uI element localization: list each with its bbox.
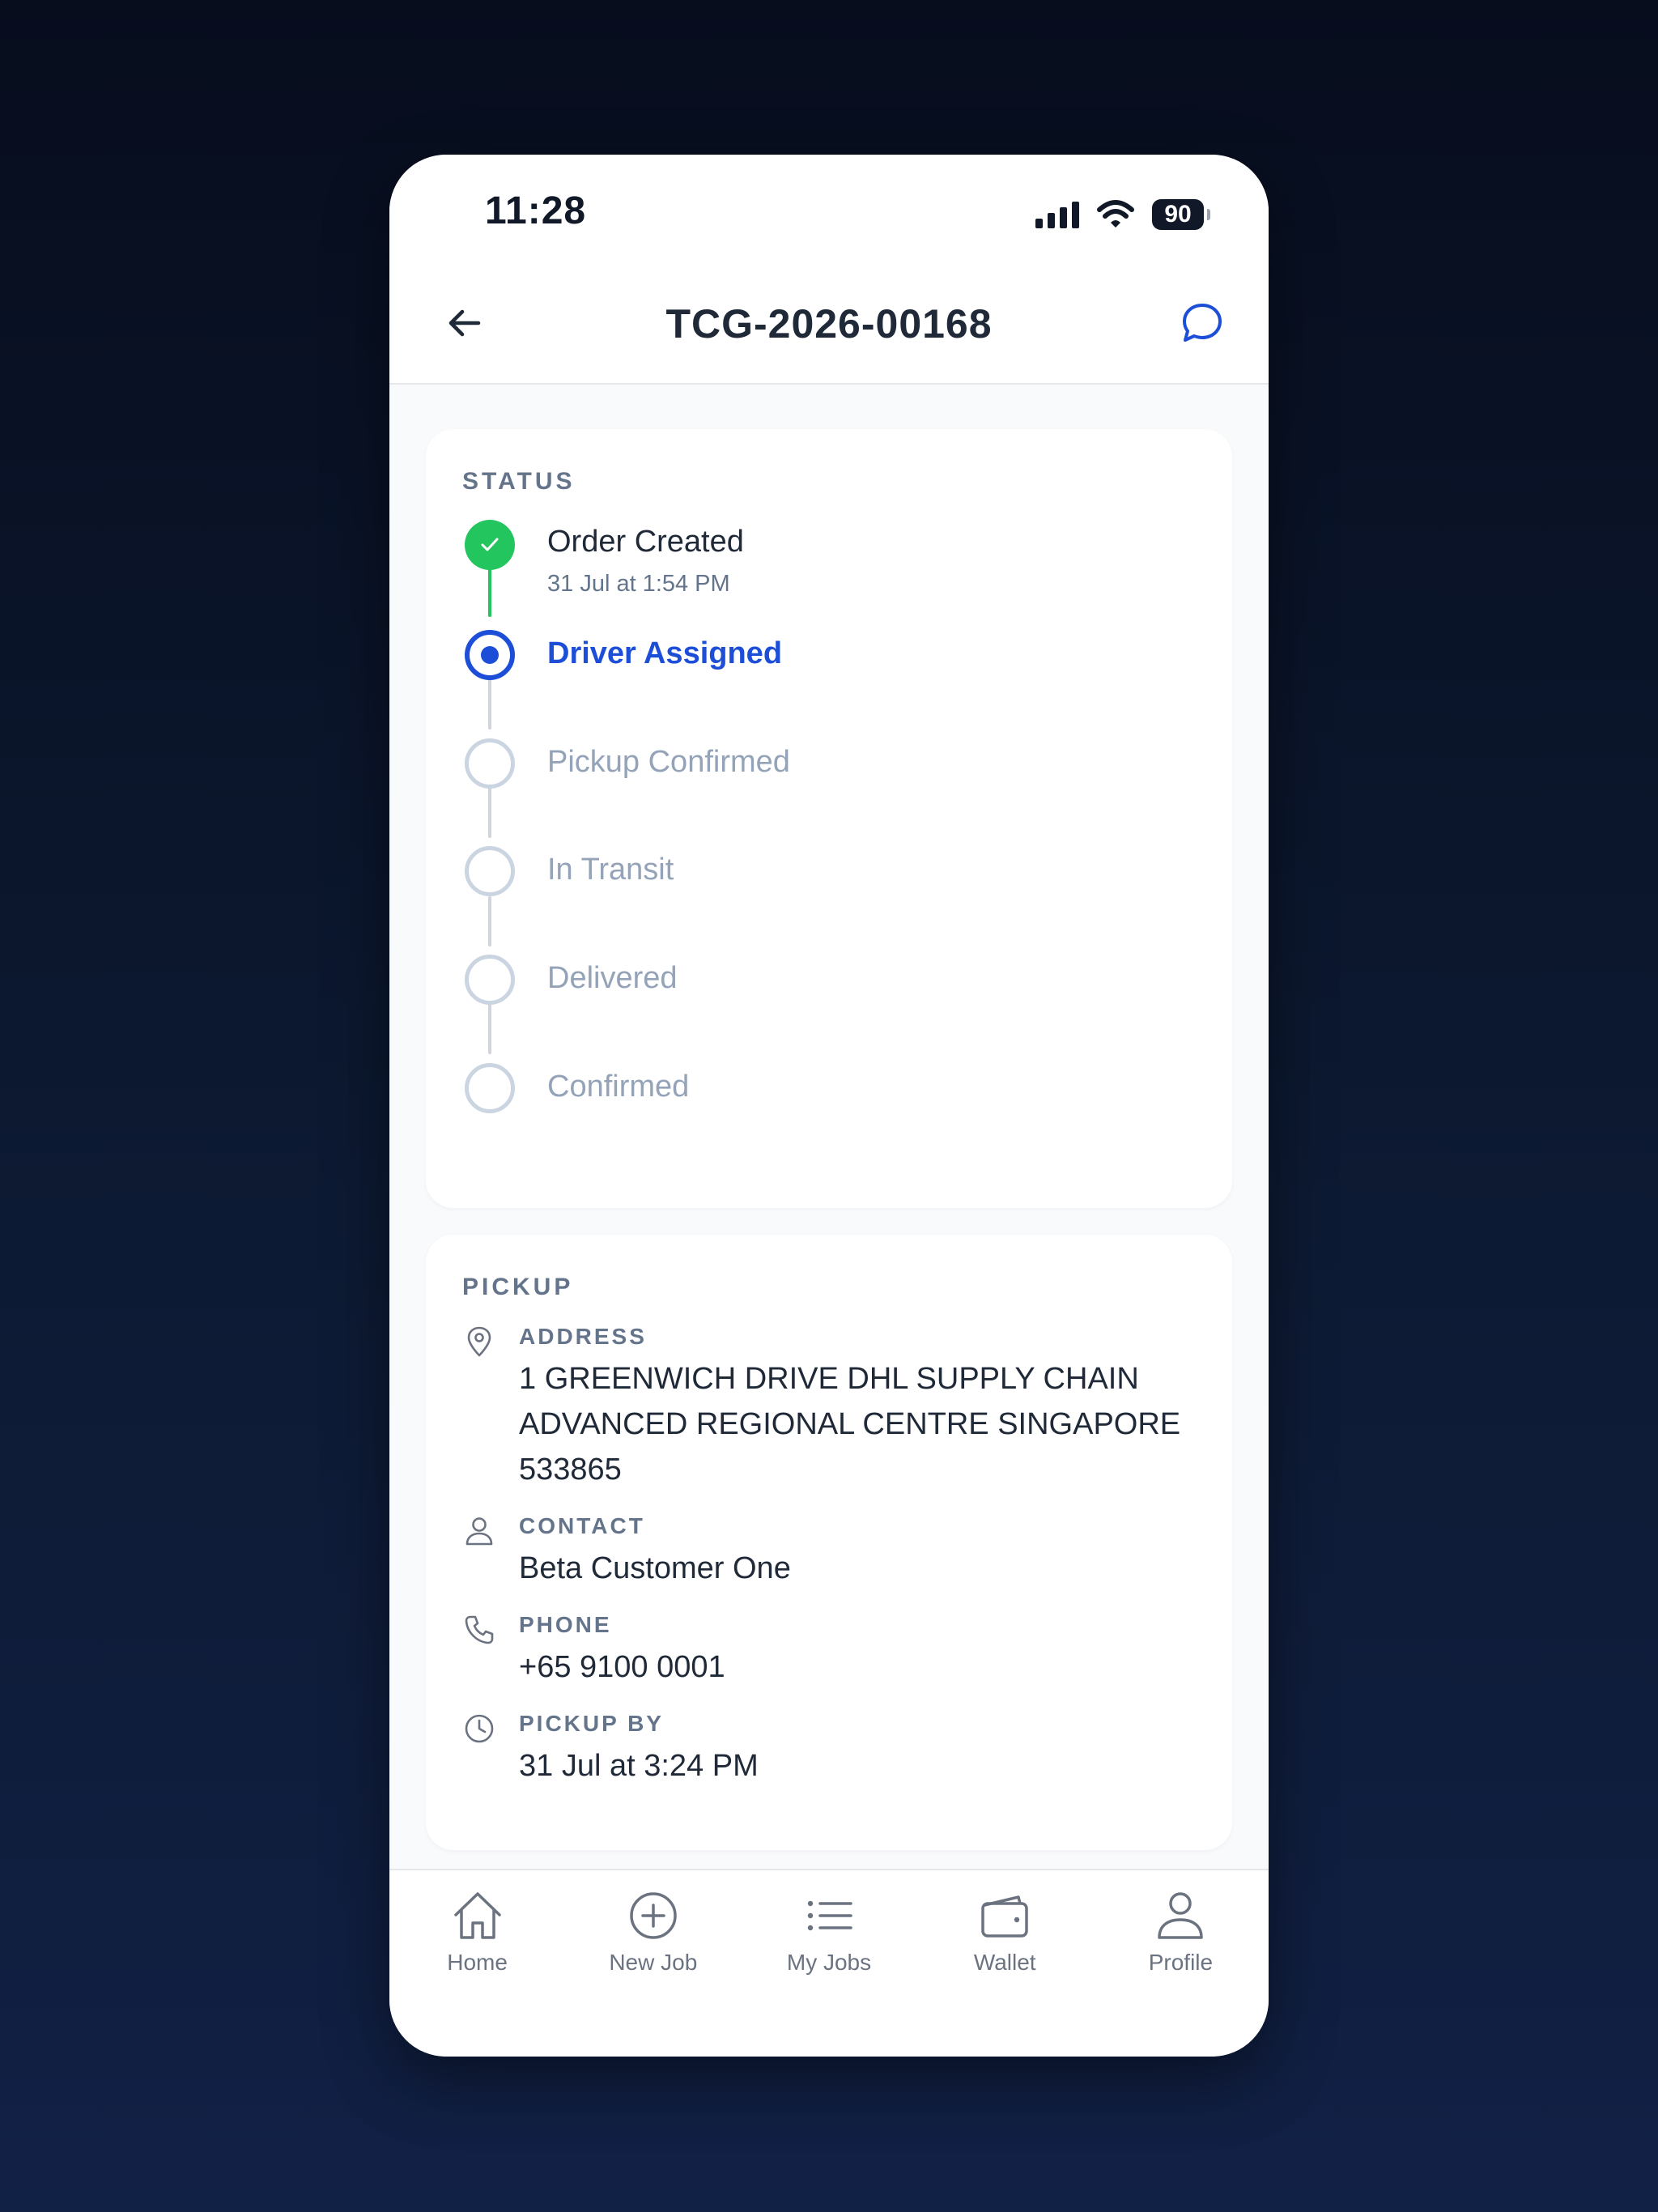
wifi-icon [1097,200,1134,228]
pickup-card: PICKUP ADDRESS 1 GREENWICH DRIVE DHL SUP… [426,1235,1232,1850]
status-bar: 11:28 90 [389,155,1269,260]
contact-label: CONTACT [519,1513,645,1538]
phone-frame: 11:28 90 TCG-2026-00168 STATUS Order Cre… [389,155,1269,2057]
nav-label: Home [447,1950,508,1975]
nav-my-jobs[interactable]: My Jobs [741,1870,916,2057]
chat-bubble-icon [1183,304,1222,342]
nav-wallet[interactable]: Wallet [917,1870,1093,2057]
step-label: Confirmed [547,1070,690,1104]
step-done-node [465,520,515,570]
status-section-title: STATUS [462,468,576,495]
status-card: STATUS Order Created 31 Jul at 1:54 PM D… [426,429,1232,1208]
profile-icon [1158,1892,1204,1939]
address-label: ADDRESS [519,1324,647,1349]
nav-profile[interactable]: Profile [1093,1870,1269,2057]
pickup-by-label: PICKUP BY [519,1711,664,1736]
step-timestamp: 31 Jul at 1:54 PM [547,571,730,597]
map-pin-icon [467,1326,491,1357]
nav-label: Wallet [973,1950,1036,1975]
phone-value[interactable]: +65 9100 0001 [519,1644,1191,1690]
nav-label: New Job [609,1950,698,1975]
pickup-by-value: 31 Jul at 3:24 PM [519,1749,759,1783]
step-label: Delivered [547,961,678,995]
chat-button[interactable] [1173,294,1231,352]
timeline-connector [488,896,491,946]
step-label: In Transit [547,853,674,887]
step-active-node [465,630,515,680]
nav-home[interactable]: Home [389,1870,565,2057]
bottom-nav: Home New Job My Jobs Wallet Profile [389,1869,1269,2057]
clock-icon [465,1714,494,1743]
timeline-connector [488,788,491,838]
wallet-icon [981,1895,1028,1938]
step-pending-node [465,738,515,789]
timeline-connector [488,568,491,617]
nav-label: My Jobs [786,1950,872,1975]
step-label: Pickup Confirmed [547,745,790,779]
list-icon [807,1900,852,1931]
address-value: 1 GREENWICH DRIVE DHL SUPPLY CHAIN ADVAN… [519,1362,1181,1487]
phone-label: PHONE [519,1612,612,1637]
check-icon [481,538,499,551]
battery-level: 90 [1152,199,1204,230]
user-icon [466,1517,493,1546]
phone-icon [465,1615,494,1644]
nav-label: Profile [1148,1950,1214,1975]
step-pending-node [465,955,515,1005]
contact-value: Beta Customer One [519,1551,791,1585]
step-label: Order Created [547,525,744,559]
pickup-section-title: PICKUP [462,1274,574,1300]
plus-circle-icon [630,1892,677,1939]
step-pending-node [465,846,515,896]
page-title: TCG-2026-00168 [665,301,993,347]
step-pending-node [465,1063,515,1113]
nav-new-job[interactable]: New Job [565,1870,741,2057]
timeline-connector [488,1004,491,1054]
step-label: Driver Assigned [547,636,783,670]
cellular-signal-icon [1035,201,1079,228]
battery-icon: 90 [1152,199,1210,230]
app-header: TCG-2026-00168 [389,260,1269,385]
status-time: 11:28 [485,189,587,232]
status-icons: 90 [1035,197,1210,232]
timeline-connector [488,679,491,730]
home-icon [453,1892,501,1939]
